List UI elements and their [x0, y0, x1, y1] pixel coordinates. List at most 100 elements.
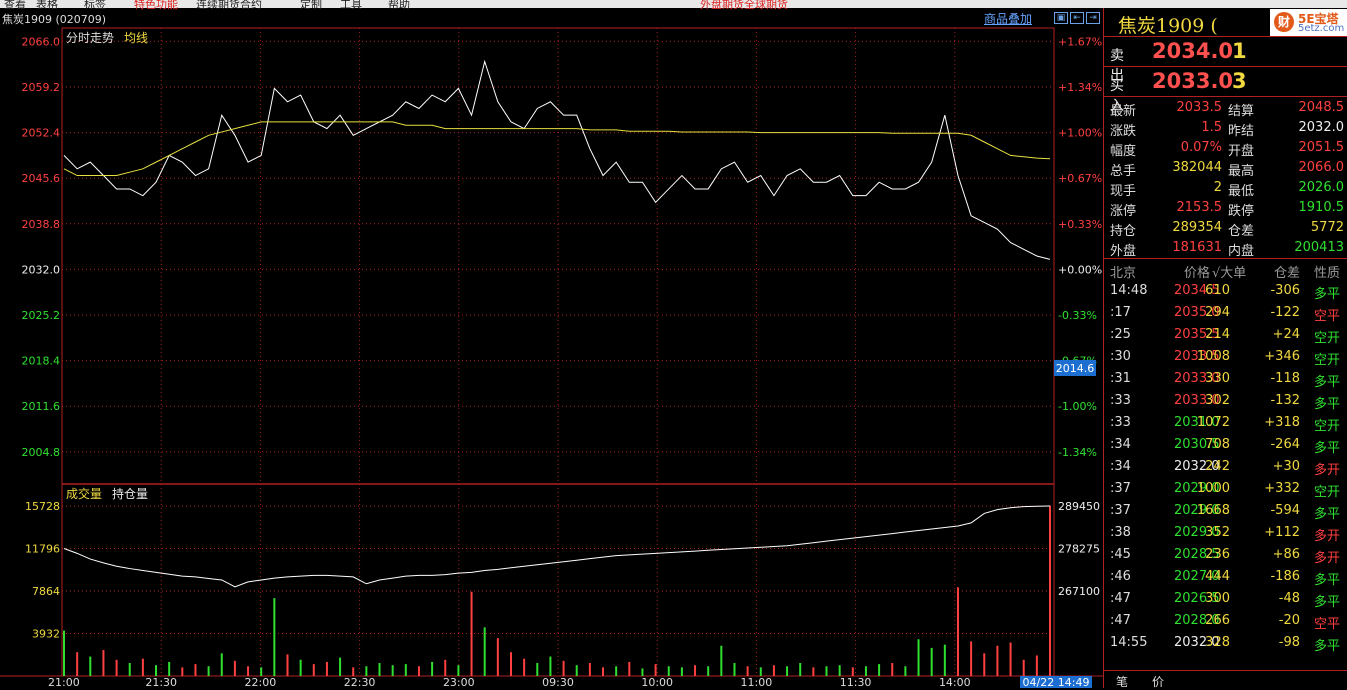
tick-volume: 236: [1205, 547, 1230, 562]
oi-panel-title: 持仓量: [112, 486, 148, 501]
stat-row: 持仓 289354 仓差 5772: [1104, 218, 1347, 239]
tick-volume: 266: [1205, 613, 1230, 628]
pct-tick-label: +0.33%: [1058, 218, 1102, 231]
price-tick-label: 2011.6: [22, 400, 61, 413]
stat-label: 最新: [1110, 104, 1137, 119]
chart-header: 焦炭1909 (020709) 商品叠加 ▣ ⇤ ⇥: [0, 8, 1100, 28]
tick-row[interactable]: :30 2033.5 1008 +346 空开: [1104, 346, 1347, 368]
tick-oi: +332: [1264, 481, 1300, 496]
stat-row: 最新 2033.5 结算 2048.5: [1104, 98, 1347, 119]
overlay-link[interactable]: 商品叠加: [984, 10, 1032, 27]
tick-col-oi: 仓差: [1274, 266, 1301, 281]
tick-type: 空开: [1314, 353, 1341, 368]
stat-label: 涨跌: [1110, 124, 1137, 139]
tick-row[interactable]: :45 2028.5 236 +86 多开: [1104, 544, 1347, 566]
tick-col-price: 价格: [1184, 266, 1211, 281]
stat-label: 总手: [1110, 164, 1137, 179]
tab-price[interactable]: 价: [1152, 673, 1164, 690]
tick-row[interactable]: :47 2026.5 300 -48 多平: [1104, 588, 1347, 610]
tick-row[interactable]: :34 2030.5 708 -264 多平: [1104, 434, 1347, 456]
tick-type: 多平: [1314, 595, 1341, 610]
tick-time: :46: [1110, 569, 1131, 584]
stat-row: 总手 382044 最高 2066.0: [1104, 158, 1347, 179]
tick-col-type: 性质: [1314, 266, 1341, 281]
tick-row[interactable]: :17 2035.0 294 -122 空平: [1104, 302, 1347, 324]
price-tick-label: 2066.0: [22, 35, 61, 48]
tick-time: :17: [1110, 305, 1131, 320]
tick-type: 空开: [1314, 331, 1341, 346]
stat-value: 2153.5: [1176, 200, 1223, 215]
tick-row[interactable]: :34 2032.0 242 +30 多开: [1104, 456, 1347, 478]
tick-row[interactable]: :25 2035.5 214 +24 空开: [1104, 324, 1347, 346]
tick-row[interactable]: :33 2033.0 302 -132 多平: [1104, 390, 1347, 412]
stat-row: 涨停 2153.5 跌停 1910.5: [1104, 198, 1347, 219]
tick-time: :37: [1110, 481, 1131, 496]
time-tick-label: 11:00: [741, 676, 773, 688]
tick-oi: +86: [1272, 547, 1300, 562]
stat-row: 现手 2 最低 2026.0: [1104, 178, 1347, 199]
time-tick-label: 22:30: [344, 676, 376, 688]
pct-tick-label: +1.34%: [1058, 81, 1102, 94]
stat-label: 仓差: [1228, 224, 1255, 239]
pct-tick-label: -1.00%: [1058, 400, 1097, 413]
tick-oi: +24: [1272, 327, 1300, 342]
tick-oi: +346: [1264, 349, 1300, 364]
tick-row[interactable]: :31 2033.0 330 -118 多平: [1104, 368, 1347, 390]
tick-oi: -20: [1278, 613, 1300, 628]
stat-row: 幅度 0.07% 开盘 2051.5: [1104, 138, 1347, 159]
intraday-chart[interactable]: 2066.0 +1.67% 2059.2 +1.34% 2052.4 +1.00% 2045…: [0, 0, 1103, 688]
tick-oi: +318: [1264, 415, 1300, 430]
tick-row[interactable]: 14:48 2034.5 610 -306 多平: [1104, 280, 1347, 302]
tick-time: :34: [1110, 437, 1131, 452]
tick-volume: 330: [1205, 371, 1230, 386]
tick-volume: 1668: [1196, 503, 1230, 518]
tick-time: :45: [1110, 547, 1131, 562]
time-tick-label: 11:30: [840, 676, 872, 688]
screen-icon[interactable]: ▣: [1054, 12, 1068, 24]
tick-time: :30: [1110, 349, 1131, 364]
tick-col-volume[interactable]: √大单: [1212, 262, 1246, 281]
sell-price: 2034.0: [1152, 39, 1234, 63]
price-tick-label: 2025.2: [22, 309, 61, 322]
volume-tick-label: 15728: [25, 500, 60, 513]
tick-volume: 300: [1205, 591, 1230, 606]
tick-row[interactable]: 14:55 2032.0 328 -98 多平: [1104, 632, 1347, 654]
tick-volume: 302: [1205, 393, 1230, 408]
prev-icon[interactable]: ⇤: [1070, 12, 1084, 24]
tick-row[interactable]: :46 2027.0 444 -186 多平: [1104, 566, 1347, 588]
tick-row[interactable]: :47 2028.0 266 -20 空平: [1104, 610, 1347, 632]
time-tick-label: 21:00: [48, 676, 80, 688]
tick-volume: 1072: [1196, 415, 1230, 430]
tick-row[interactable]: :33 2031.0 1072 +318 空开: [1104, 412, 1347, 434]
time-tick-label: 09:30: [542, 676, 574, 688]
stat-label: 跌停: [1228, 204, 1255, 219]
stat-value: 200413: [1294, 240, 1344, 255]
logo-url: 5etz.com: [1298, 23, 1345, 34]
tick-time: :31: [1110, 371, 1131, 386]
pct-tick-label: -0.33%: [1058, 309, 1097, 322]
tab-ticks[interactable]: 笔: [1116, 673, 1128, 690]
price-panel-title: 分时走势: [66, 31, 114, 45]
stat-value: 1.5: [1201, 120, 1222, 135]
sell-volume: 1: [1232, 39, 1247, 63]
tick-row[interactable]: :38 2029.0 352 +112 多开: [1104, 522, 1347, 544]
tick-time: :47: [1110, 591, 1131, 606]
price-tick-label: 2018.4: [22, 355, 61, 368]
tick-type: 空开: [1314, 485, 1341, 500]
price-tick-label: 2004.8: [22, 446, 61, 459]
volume-tick-label: 7864: [32, 585, 60, 598]
stat-label: 结算: [1228, 104, 1255, 119]
stat-value: 5772: [1310, 220, 1344, 235]
stat-label: 最低: [1228, 184, 1255, 199]
stat-value: 0.07%: [1180, 140, 1222, 155]
tick-row[interactable]: :37 2029.0 1668 -594 多平: [1104, 500, 1347, 522]
pct-tick-label: +1.67%: [1058, 35, 1102, 48]
tick-type: 空开: [1314, 419, 1341, 434]
next-icon[interactable]: ⇥: [1086, 12, 1100, 24]
tick-col-time: 北京: [1110, 266, 1137, 281]
tick-oi: -118: [1270, 371, 1300, 386]
tick-volume: 242: [1205, 459, 1230, 474]
stat-value: 382044: [1172, 160, 1222, 175]
tick-row[interactable]: :37 2029.0 1000 +332 空开: [1104, 478, 1347, 500]
oi-tick-label: 289450: [1058, 500, 1100, 513]
